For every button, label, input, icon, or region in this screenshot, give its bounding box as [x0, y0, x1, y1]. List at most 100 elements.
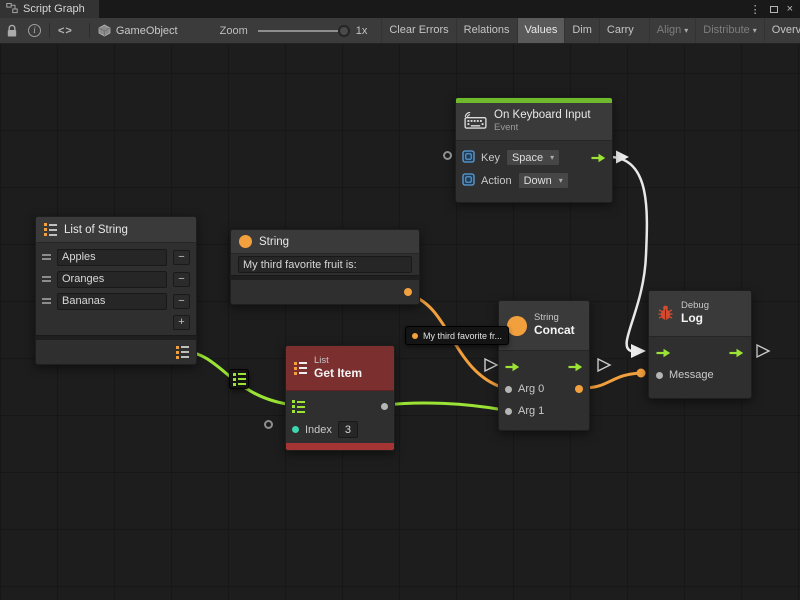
remove-item-button[interactable]: −	[173, 272, 190, 287]
list-value-icon	[233, 373, 246, 386]
flow-output-port[interactable]	[591, 153, 606, 163]
node-get-item[interactable]: ListGet Item Index	[285, 345, 395, 451]
action-label: Action	[481, 175, 512, 187]
node-title: Concat	[534, 324, 575, 338]
string-field-row	[231, 254, 419, 275]
result-output-port[interactable]	[575, 385, 583, 393]
drag-handle-icon[interactable]	[42, 254, 51, 260]
drag-handle-icon[interactable]	[42, 276, 51, 282]
kebab-menu-icon[interactable]: ⋮	[750, 3, 761, 16]
node-string-literal[interactable]: String	[230, 229, 420, 305]
list-item-input[interactable]	[57, 293, 167, 310]
index-input[interactable]	[338, 421, 358, 438]
get-item-icon	[294, 362, 307, 375]
zoom-slider[interactable]	[258, 30, 344, 32]
remove-item-button[interactable]: −	[173, 250, 190, 265]
node-on-keyboard-input[interactable]: On Keyboard InputEvent Key Space▾ Action…	[455, 97, 613, 203]
window-controls: ⋮ ×	[750, 3, 800, 16]
close-icon[interactable]: ×	[787, 3, 793, 15]
flow-output-port[interactable]	[568, 362, 583, 372]
node-list-of-string[interactable]: List of String − − − +	[35, 216, 197, 365]
caret-down-icon: ▾	[550, 153, 554, 162]
list-input-port[interactable]	[292, 400, 305, 413]
relations-button[interactable]: Relations	[456, 18, 517, 43]
index-row: Index	[292, 418, 388, 441]
code-icon[interactable]: <>	[58, 21, 73, 41]
values-button[interactable]: Values	[517, 18, 565, 43]
keycode-icon	[462, 173, 475, 189]
maximize-icon[interactable]	[770, 6, 778, 13]
string-value-input[interactable]	[238, 256, 412, 273]
index-unconnected-port[interactable]	[264, 420, 273, 429]
port-row	[36, 340, 196, 364]
carry-button[interactable]: Carry	[599, 18, 641, 43]
list-output-port[interactable]	[176, 346, 189, 359]
zoom-value: 1x	[356, 25, 368, 37]
node-header[interactable]: List of String	[36, 217, 196, 243]
keycode-icon	[462, 150, 475, 166]
gameobject-reference[interactable]: GameObject	[116, 25, 178, 37]
node-header[interactable]: DebugLog	[649, 291, 751, 337]
list-item-input[interactable]	[57, 271, 167, 288]
string-output-port[interactable]	[404, 288, 412, 296]
message-input-port[interactable]	[656, 372, 663, 379]
wire-value-tooltip: My third favorite fr...	[405, 326, 509, 345]
flow-output-port[interactable]	[729, 348, 744, 358]
list-item-row: −	[42, 290, 190, 312]
node-title: Get Item	[314, 367, 362, 381]
list-item-row: −	[42, 246, 190, 268]
gameobject-icon	[98, 21, 111, 41]
node-header[interactable]: On Keyboard InputEvent	[456, 103, 612, 141]
string-value-icon	[412, 333, 418, 339]
remove-item-button[interactable]: −	[173, 294, 190, 309]
zoom-label: Zoom	[220, 25, 248, 37]
arg1-label: Arg 1	[518, 405, 544, 417]
toolbar-buttons: Clear Errors Relations Values Dim Carry …	[381, 18, 800, 43]
node-log[interactable]: DebugLog Message	[648, 290, 752, 399]
flow-input-port[interactable]	[656, 348, 671, 358]
list-icon	[44, 223, 57, 236]
clear-errors-button[interactable]: Clear Errors	[381, 18, 455, 43]
node-header[interactable]: String	[231, 230, 419, 254]
toolbar-separator	[49, 23, 50, 38]
string-type-icon	[507, 316, 527, 336]
keyboard-icon	[464, 112, 487, 132]
arg0-input-port[interactable]	[505, 386, 512, 393]
message-label: Message	[669, 369, 714, 381]
align-button[interactable]: Align▾	[649, 18, 695, 43]
overview-button[interactable]: Overview	[764, 18, 800, 43]
flow-row	[505, 356, 583, 378]
node-concat[interactable]: StringConcat Arg 0 Arg 1	[498, 300, 590, 431]
distribute-button[interactable]: Distribute▾	[695, 18, 763, 43]
add-item-button[interactable]: +	[173, 315, 190, 330]
node-header[interactable]: StringConcat	[499, 301, 589, 351]
action-row: Action Down▾	[462, 169, 606, 192]
error-bar	[286, 443, 394, 450]
list-items: − − − +	[36, 243, 196, 335]
unity-window: Script Graph ⋮ × i <> GameObject Zoom 1x…	[0, 0, 800, 600]
action-dropdown[interactable]: Down▾	[518, 172, 569, 189]
key-dropdown[interactable]: Space▾	[506, 149, 560, 166]
node-header[interactable]: ListGet Item	[286, 346, 394, 391]
key-unconnected-port[interactable]	[443, 151, 452, 160]
key-row: Key Space▾	[462, 146, 606, 169]
drag-handle-icon[interactable]	[42, 298, 51, 304]
arg1-row: Arg 1	[505, 400, 583, 422]
list-item-row: −	[42, 268, 190, 290]
wire-value-text: My third favorite fr...	[423, 331, 502, 341]
info-icon[interactable]: i	[28, 21, 41, 41]
lock-icon[interactable]	[6, 21, 18, 41]
dim-button[interactable]: Dim	[564, 18, 599, 43]
list-item-input[interactable]	[57, 249, 167, 266]
flow-input-port[interactable]	[505, 362, 520, 372]
item-output-port[interactable]	[381, 403, 388, 410]
arg1-input-port[interactable]	[505, 408, 512, 415]
tab-title: Script Graph	[23, 3, 85, 15]
string-type-icon	[239, 235, 252, 248]
tab-script-graph[interactable]: Script Graph	[0, 0, 99, 18]
zoom-slider-knob[interactable]	[338, 25, 350, 37]
key-label: Key	[481, 152, 500, 164]
list-port-row	[292, 395, 388, 418]
index-input-port[interactable]	[292, 426, 299, 433]
wire-value-list-badge	[229, 369, 249, 389]
